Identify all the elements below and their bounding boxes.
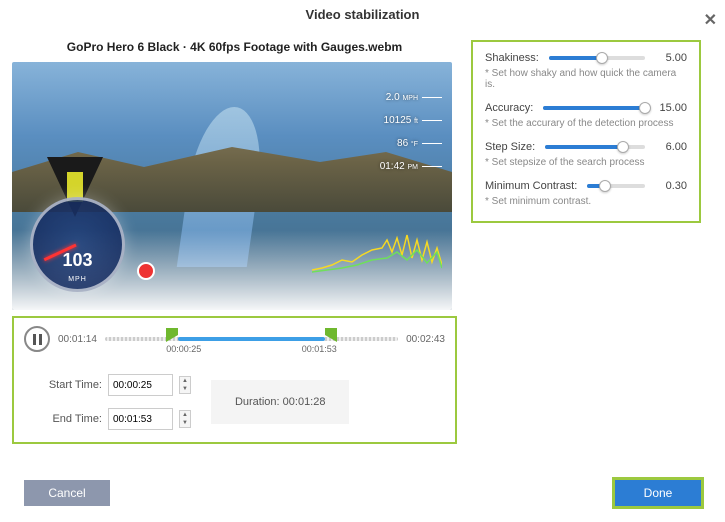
duration-display: Duration: 00:01:28 — [211, 380, 350, 424]
parameters-panel: Shakiness: 5.00 * Set how shaky and how … — [471, 40, 701, 223]
start-time-input[interactable] — [108, 374, 173, 396]
pause-button[interactable] — [24, 326, 50, 352]
contrast-label: Minimum Contrast: — [485, 180, 577, 192]
end-time-spinner[interactable]: ▲▼ — [179, 410, 191, 428]
dialog-titlebar: Video stabilization ✕ — [0, 0, 725, 30]
start-time-label: Start Time: — [42, 379, 102, 391]
range-start-handle[interactable]: 00:00:25 — [166, 328, 178, 346]
speed-unit: MPH — [68, 276, 87, 283]
end-time-label: End Time: — [42, 413, 102, 425]
speed-value: 103 — [62, 250, 92, 271]
timeline-track[interactable]: 00:00:25 00:01:53 — [105, 329, 398, 349]
stepsize-hint: * Set stepsize of the search process — [485, 157, 687, 168]
shakiness-hint: * Set how shaky and how quick the camera… — [485, 68, 687, 90]
side-gauges: 2.0 MPH 10125 ft 86 °F 01:42 PM — [380, 92, 442, 172]
video-preview[interactable]: 103 MPH 2.0 MPH 10125 ft 86 °F 01:42 PM — [12, 62, 452, 310]
stepsize-slider[interactable] — [545, 145, 645, 149]
cancel-button[interactable]: Cancel — [24, 480, 110, 506]
dialog-title: Video stabilization — [306, 7, 420, 22]
total-time: 00:02:43 — [406, 334, 445, 345]
record-icon — [137, 262, 155, 280]
speedometer-gauge: 103 MPH — [30, 197, 125, 292]
shakiness-value: 5.00 — [655, 52, 687, 64]
range-end-handle[interactable]: 00:01:53 — [325, 328, 337, 346]
current-time: 00:01:14 — [58, 334, 97, 345]
playback-panel: 00:01:14 00:00:25 00:01:53 00:02:43 — [12, 316, 457, 444]
accuracy-value: 15.00 — [655, 102, 687, 114]
shakiness-slider[interactable] — [549, 56, 645, 60]
accuracy-hint: * Set the accurary of the detection proc… — [485, 118, 687, 129]
file-name: GoPro Hero 6 Black · 4K 60fps Footage wi… — [12, 40, 457, 54]
range-end-label: 00:01:53 — [302, 344, 337, 354]
shakiness-label: Shakiness: — [485, 52, 539, 64]
range-start-label: 00:00:25 — [166, 344, 201, 354]
accuracy-slider[interactable] — [543, 106, 645, 110]
close-icon[interactable]: ✕ — [704, 6, 717, 36]
end-time-input[interactable] — [108, 408, 173, 430]
contrast-slider[interactable] — [587, 184, 645, 188]
stepsize-value: 6.00 — [655, 141, 687, 153]
accuracy-label: Accuracy: — [485, 102, 533, 114]
contrast-value: 0.30 — [655, 180, 687, 192]
contrast-hint: * Set minimum contrast. — [485, 196, 687, 207]
stepsize-label: Step Size: — [485, 141, 535, 153]
done-button[interactable]: Done — [615, 480, 701, 506]
pause-icon — [33, 334, 42, 345]
start-time-spinner[interactable]: ▲▼ — [179, 376, 191, 394]
elevation-chart — [312, 230, 442, 280]
